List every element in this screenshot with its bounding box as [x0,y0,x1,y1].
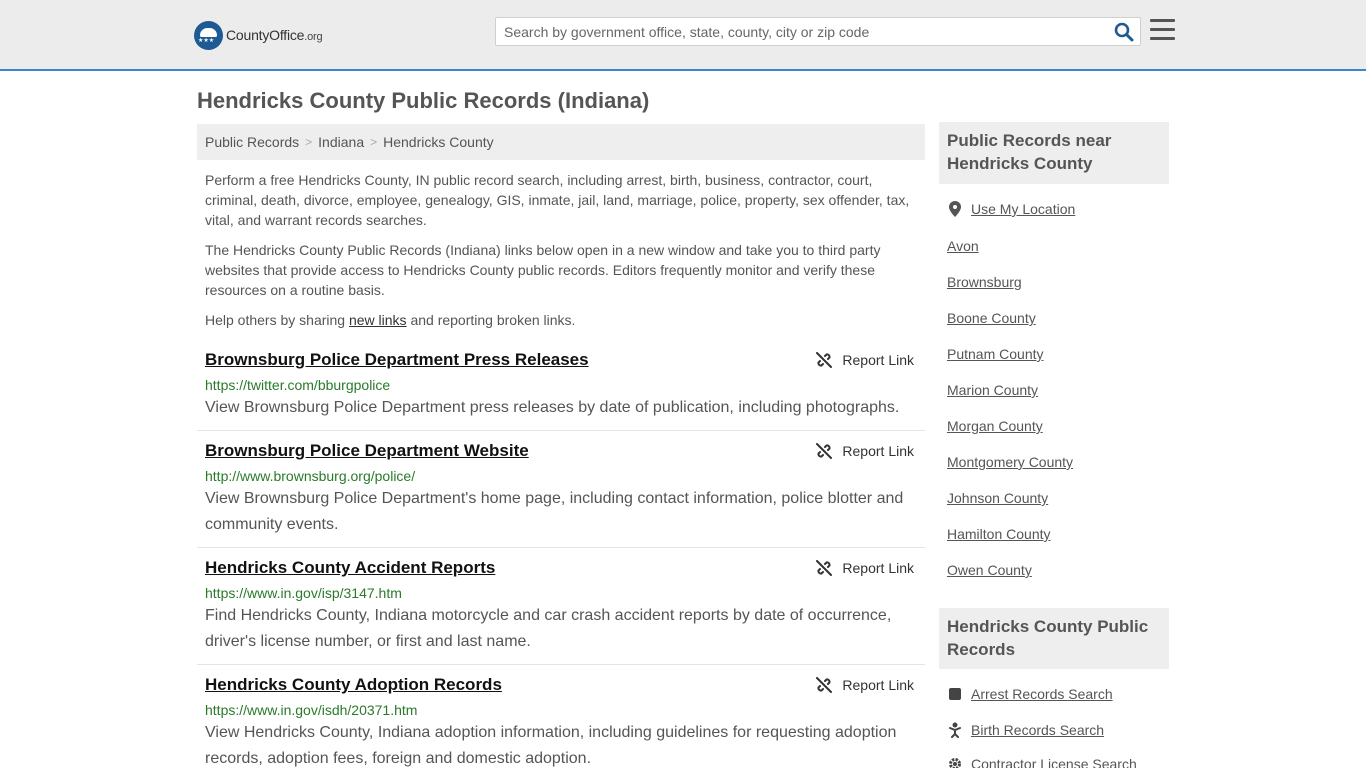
nearby-link-morgan-county[interactable]: Morgan County [947,418,1043,434]
arrest-icon [949,688,961,700]
breadcrumb: Public Records > Indiana > Hendricks Cou… [197,124,925,160]
logo-org: .org [304,31,323,43]
record-link-description: Find Hendricks County, Indiana motorcycl… [205,607,892,650]
record-link-description: View Hendricks County, Indiana adoption … [205,724,897,767]
record-link-title[interactable]: Brownsburg Police Department Website [205,441,529,461]
gear-icon [949,758,961,768]
report-link-label: Report Link [842,560,914,576]
record-link-description: View Brownsburg Police Department press … [205,399,900,416]
record-link-title[interactable]: Brownsburg Police Department Press Relea… [205,350,589,370]
breadcrumb-public-records[interactable]: Public Records [205,134,299,150]
share-paragraph: Help others by sharing new links and rep… [205,312,576,328]
record-link-item: Hendricks County Accident Reports Report… [197,558,925,665]
broken-link-icon [816,443,833,459]
breadcrumb-hendricks-county[interactable]: Hendricks County [383,134,494,150]
site-logo[interactable]: CountyOffice.org [194,20,323,50]
search-button[interactable] [1114,22,1134,42]
capitol-logo-icon [194,20,223,50]
nearby-link-johnson-county[interactable]: Johnson County [947,490,1048,506]
report-link-button[interactable]: Report Link [816,560,914,576]
nearby-link-boone-county[interactable]: Boone County [947,310,1036,326]
record-link-title[interactable]: Hendricks County Accident Reports [205,558,495,578]
breadcrumb-separator: > [370,135,378,149]
records-link-row: Arrest Records Search [947,686,1113,702]
new-links-link[interactable]: new links [349,312,407,328]
record-link-item: Brownsburg Police Department Press Relea… [197,350,925,431]
record-link-description: View Brownsburg Police Department's home… [205,490,904,533]
records-link-row: Contractor License Search [947,756,1137,768]
arrest-records-search-link[interactable]: Arrest Records Search [971,686,1113,702]
record-link-url: http://www.brownsburg.org/police/ [205,468,416,484]
record-link-title[interactable]: Hendricks County Adoption Records [205,675,502,695]
nearby-link-avon[interactable]: Avon [947,238,979,254]
contractor-license-search-link[interactable]: Contractor License Search [971,756,1137,768]
page-title: Hendricks County Public Records (Indiana… [197,88,650,113]
nearby-link-putnam-county[interactable]: Putnam County [947,346,1044,362]
nearby-link-hamilton-county[interactable]: Hamilton County [947,526,1051,542]
disclaimer-paragraph: The Hendricks County Public Records (Ind… [205,242,881,298]
report-link-label: Report Link [842,677,914,693]
use-location-row: Use My Location [947,201,1075,217]
search-input[interactable] [496,18,1106,45]
broken-link-icon [816,560,833,576]
logo-text: CountyOffice [226,27,305,43]
broken-link-icon [816,352,833,368]
county-records-heading: Hendricks County Public Records [939,608,1169,669]
records-link-row: Birth Records Search [947,722,1104,738]
search-icon [1114,22,1134,42]
nearby-link-brownsburg[interactable]: Brownsburg [947,274,1022,290]
search-box [495,17,1141,46]
report-link-button[interactable]: Report Link [816,443,914,459]
use-my-location-link[interactable]: Use My Location [971,201,1075,217]
birth-records-search-link[interactable]: Birth Records Search [971,722,1104,738]
record-link-url: https://www.in.gov/isp/3147.htm [205,585,402,601]
site-header: CountyOffice.org [0,0,1366,71]
breadcrumb-separator: > [305,135,313,149]
report-link-button[interactable]: Report Link [816,352,914,368]
nearby-link-owen-county[interactable]: Owen County [947,562,1032,578]
record-link-url: https://twitter.com/bburgpolice [205,377,391,393]
record-link-item: Hendricks County Adoption Records Report… [197,675,925,768]
breadcrumb-indiana[interactable]: Indiana [318,134,364,150]
intro-paragraph: Perform a free Hendricks County, IN publ… [205,172,910,228]
record-link-item: Brownsburg Police Department Website Rep… [197,441,925,548]
broken-link-icon [816,677,833,693]
menu-icon[interactable] [1150,19,1175,41]
record-link-url: https://www.in.gov/isdh/20371.htm [205,702,418,718]
nearby-records-heading: Public Records near Hendricks County [939,122,1169,184]
report-link-label: Report Link [842,352,914,368]
baby-icon [949,722,961,738]
report-link-label: Report Link [842,443,914,459]
map-marker-icon [949,201,961,217]
nearby-link-montgomery-county[interactable]: Montgomery County [947,454,1073,470]
nearby-link-marion-county[interactable]: Marion County [947,382,1038,398]
report-link-button[interactable]: Report Link [816,677,914,693]
